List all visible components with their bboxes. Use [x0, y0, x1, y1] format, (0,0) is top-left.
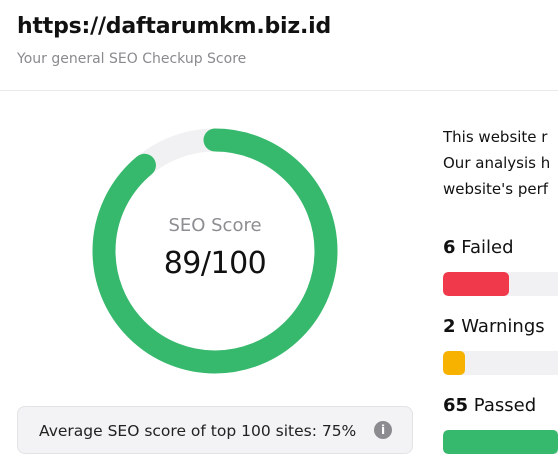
- page-subtitle: Your general SEO Checkup Score: [17, 51, 247, 67]
- passed-bar-track: [443, 430, 558, 454]
- seo-score-gauge: SEO Score 89/100: [90, 126, 340, 376]
- warnings-stat-label: 2 Warnings: [443, 316, 545, 337]
- warnings-bar-fill: [443, 351, 465, 375]
- seo-score-label: SEO Score: [168, 215, 262, 236]
- info-icon[interactable]: i: [374, 421, 392, 439]
- passed-count: 65: [443, 395, 469, 416]
- passed-stat-label: 65 Passed: [443, 395, 536, 416]
- passed-label: Passed: [473, 395, 537, 416]
- warnings-label: Warnings: [461, 316, 545, 337]
- description-line: This website r: [443, 128, 548, 146]
- failed-stat-label: 6 Failed: [443, 237, 514, 258]
- warnings-bar-track: [443, 351, 558, 375]
- description-line: Our analysis h: [443, 154, 551, 172]
- description-line: website's perf: [443, 180, 549, 198]
- warnings-count: 2: [443, 316, 456, 337]
- failed-count: 6: [443, 237, 456, 258]
- passed-bar-fill: [443, 430, 558, 454]
- failed-label: Failed: [461, 237, 514, 258]
- seo-checkup-page: https://daftarumkm.biz.id Your general S…: [0, 0, 558, 472]
- average-score-text: Average SEO score of top 100 sites: 75%: [39, 422, 357, 440]
- analysis-description: This website r Our analysis h website's …: [443, 124, 558, 202]
- average-score-box: Average SEO score of top 100 sites: 75% …: [17, 406, 413, 454]
- failed-bar-fill: [443, 272, 509, 296]
- report-header: https://daftarumkm.biz.id Your general S…: [0, 0, 558, 91]
- seo-score-value: 89/100: [163, 246, 267, 281]
- site-url: https://daftarumkm.biz.id: [17, 14, 332, 39]
- failed-bar-track: [443, 272, 558, 296]
